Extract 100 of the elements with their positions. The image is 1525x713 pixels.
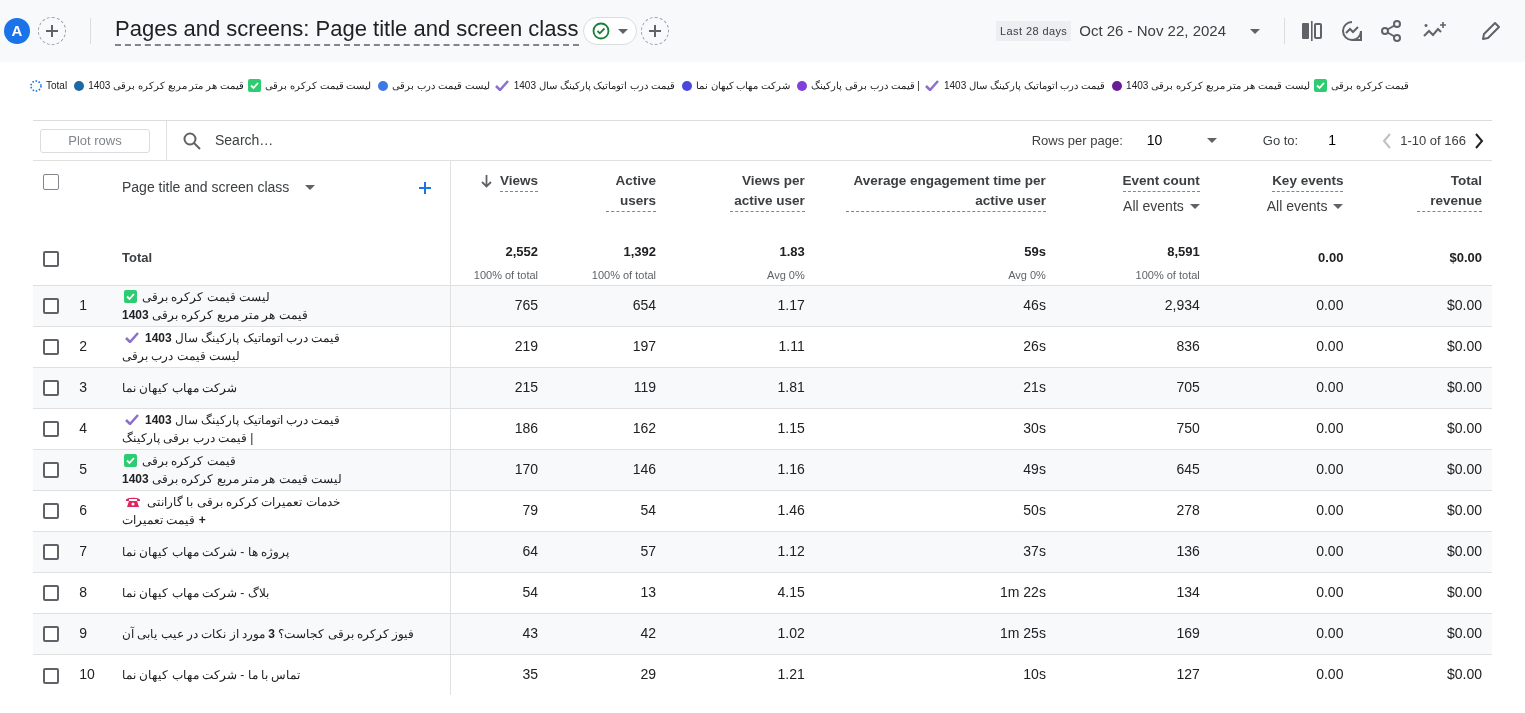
- table-cell: $0.00: [1446, 461, 1482, 477]
- date-badge: Last 28 days: [996, 20, 1072, 42]
- rows-per-page-label: Rows per page:: [1031, 131, 1123, 150]
- share-icon[interactable]: [1381, 20, 1401, 42]
- total-note: 100% of total: [590, 268, 656, 284]
- table-cell: 1.16: [777, 461, 805, 477]
- total-note: 100% of total: [1134, 268, 1200, 284]
- table-cell: 29: [640, 666, 656, 683]
- legend-label: | قیمت درب برقی پارکینگ: [811, 79, 920, 93]
- table-cell: 162: [632, 420, 656, 436]
- plus-icon[interactable]: [647, 24, 662, 38]
- table-cell: $0.00: [1446, 297, 1482, 313]
- search-icon: [183, 131, 201, 150]
- column-header[interactable]: Active users: [606, 171, 656, 212]
- insights-icon[interactable]: [1341, 20, 1363, 42]
- caret-icon: [305, 185, 316, 190]
- table-cell: 134: [1176, 584, 1200, 600]
- page-title-text: لیست قیمت درب برقی: [122, 347, 240, 365]
- check-box-icon: [248, 79, 262, 92]
- table-cell: 10s: [1023, 666, 1046, 683]
- table-cell: 21s: [1023, 379, 1046, 395]
- table-cell: 1.15: [777, 420, 805, 436]
- table-cell: 1m 25s: [999, 625, 1046, 641]
- check-box-icon: [124, 290, 137, 303]
- row-number: 7: [79, 543, 87, 559]
- legend-label: لیست قیمت درب برقی: [392, 79, 490, 93]
- checkbox[interactable]: [43, 339, 59, 356]
- table-cell: $0.00: [1446, 666, 1482, 683]
- table-cell: $0.00: [1446, 420, 1482, 436]
- table-cell: 64: [522, 543, 539, 559]
- checkbox[interactable]: [43, 667, 59, 684]
- check-mark-icon: [494, 80, 509, 91]
- events-filter-dropdown[interactable]: All events: [1266, 196, 1344, 217]
- table-cell: 1.11: [778, 338, 805, 354]
- legend-label: قیمت کرکره برقی: [1330, 79, 1410, 93]
- check-circle-icon: [591, 22, 610, 40]
- column-header[interactable]: Event count: [1122, 171, 1200, 192]
- compare-columns-icon[interactable]: [1301, 21, 1323, 41]
- avatar[interactable]: A: [4, 18, 30, 44]
- checkbox[interactable]: [43, 503, 59, 520]
- checkbox[interactable]: [43, 626, 59, 643]
- table-cell: 46s: [1023, 297, 1046, 313]
- table-cell: 705: [1176, 379, 1200, 395]
- legend-label: قیمت هر متر مربع کرکره برقی 1403: [88, 79, 245, 93]
- checkbox[interactable]: [43, 173, 59, 190]
- legend-label: Total: [46, 80, 68, 91]
- total-value: $0.00: [1448, 249, 1482, 267]
- table-cell: 54: [640, 502, 656, 518]
- edit-icon[interactable]: [1481, 21, 1501, 41]
- status-dropdown[interactable]: [582, 17, 637, 45]
- column-header[interactable]: Key events: [1272, 171, 1344, 192]
- checkbox[interactable]: [43, 462, 59, 479]
- column-header[interactable]: Views per active user: [729, 171, 805, 212]
- row-number: 2: [79, 338, 87, 354]
- table-cell: 119: [633, 379, 656, 395]
- table-cell: 750: [1176, 420, 1200, 436]
- checkbox[interactable]: [43, 421, 59, 438]
- table-cell: 278: [1176, 502, 1200, 518]
- column-header[interactable]: Total revenue: [1417, 171, 1482, 212]
- table-cell: 0.00: [1316, 420, 1344, 436]
- plus-icon[interactable]: [45, 24, 59, 38]
- page-title-text: | قیمت درب برقی پارکینگ: [122, 429, 254, 447]
- column-header[interactable]: Average engagement time per active user: [845, 171, 1046, 212]
- table-cell: 1.21: [777, 666, 805, 683]
- next-page-icon[interactable]: [1474, 132, 1484, 149]
- add-dimension-icon[interactable]: [418, 180, 433, 195]
- page-title-text: بلاگ - شرکت مهاب کیهان نما: [122, 584, 269, 602]
- events-filter-dropdown[interactable]: All events: [1123, 196, 1200, 217]
- table-cell: 654: [632, 297, 656, 313]
- checkbox[interactable]: [43, 585, 59, 602]
- page-title-text: شرکت مهاب کیهان نما: [122, 379, 237, 397]
- date-range-picker[interactable]: Oct 26 - Nov 22, 2024: [1079, 19, 1260, 43]
- table-cell: 836: [1176, 338, 1200, 354]
- total-dotted-circle-icon: [30, 79, 42, 92]
- caret-icon: [1206, 138, 1217, 143]
- table-cell: 1.17: [777, 297, 805, 313]
- row-number: 6: [79, 502, 87, 518]
- checkbox[interactable]: [43, 250, 59, 267]
- checkbox[interactable]: [43, 380, 59, 397]
- total-value: 8,591: [1166, 242, 1200, 261]
- row-number: 8: [79, 584, 87, 600]
- table-cell: 50s: [1023, 502, 1046, 518]
- page-title-text: + قیمت تعمیرات: [122, 511, 206, 529]
- checkbox[interactable]: [43, 544, 59, 561]
- table-cell: 43: [522, 625, 539, 641]
- rows-per-page-dropdown[interactable]: 10: [1146, 130, 1217, 151]
- total-note: Avg 0%: [1007, 268, 1046, 284]
- table-cell: 13: [640, 584, 656, 600]
- table-cell: 170: [514, 461, 539, 477]
- dimension-dropdown[interactable]: Page title and screen class: [122, 177, 316, 198]
- table-cell: 35: [522, 666, 539, 683]
- table-cell: 0.00: [1316, 502, 1344, 518]
- table-cell: 127: [1176, 666, 1200, 683]
- page-title-text: قیمت کرکره برقی: [142, 452, 236, 470]
- column-header[interactable]: Views: [481, 171, 539, 192]
- checkbox[interactable]: [43, 298, 59, 315]
- table-cell: 765: [514, 297, 539, 313]
- legend-label: لیست قیمت کرکره برقی: [265, 79, 372, 93]
- legend-label: قیمت درب اتوماتیک پارکینگ سال 1403: [943, 79, 1106, 93]
- table-cell: 0.00: [1316, 543, 1344, 559]
